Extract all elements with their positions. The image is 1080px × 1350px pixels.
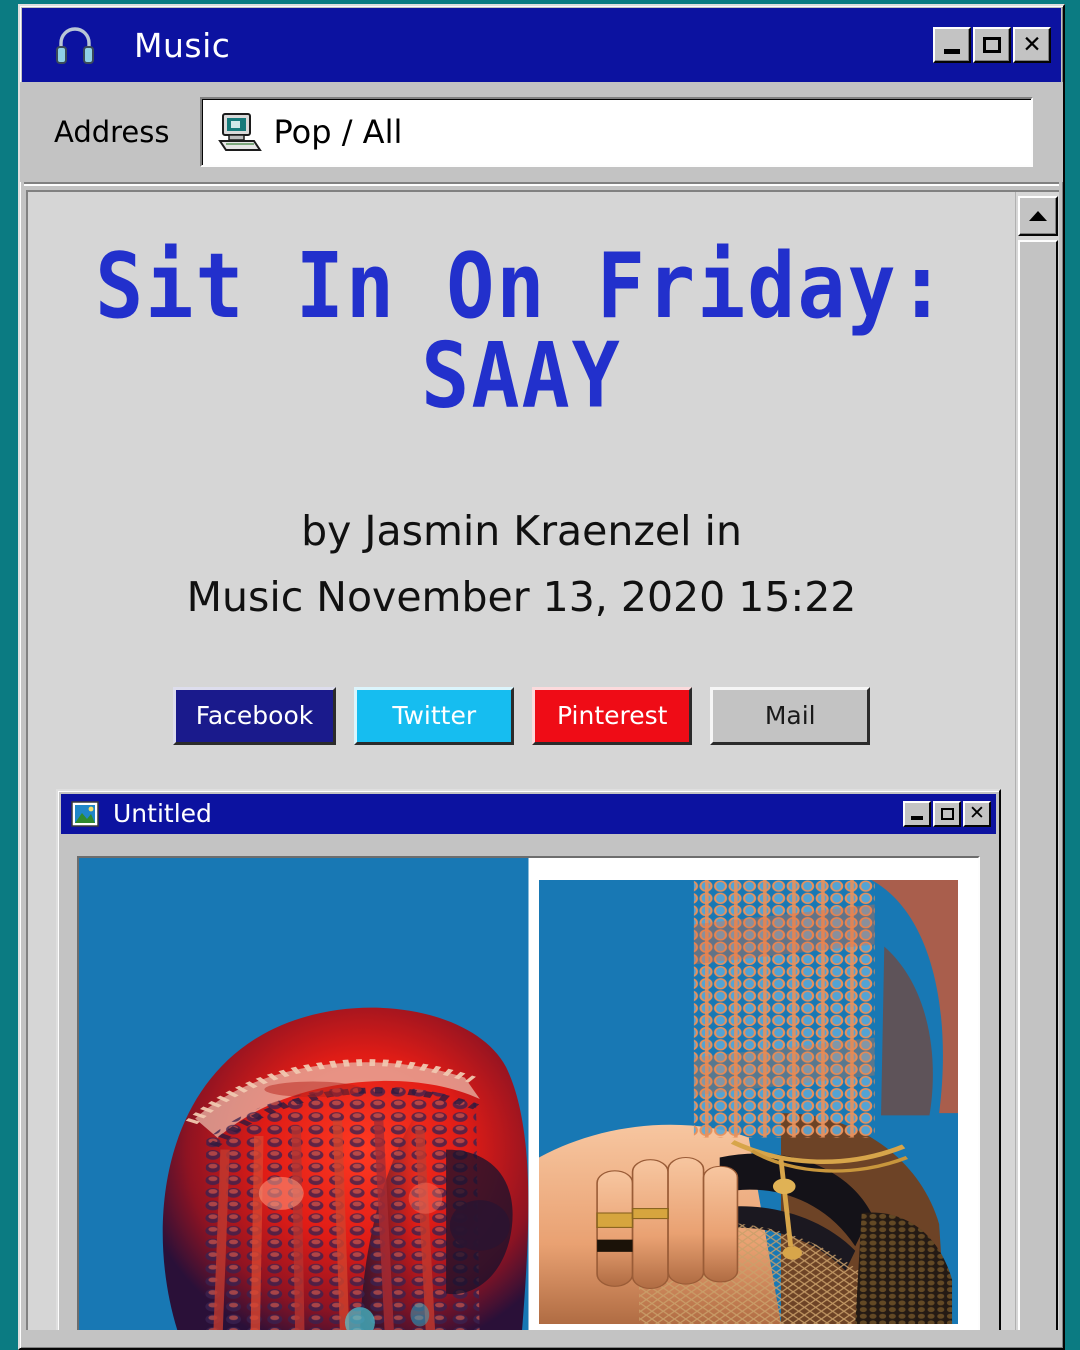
minimize-icon <box>944 49 960 54</box>
music-window: Music ✕ Address Pop / All Sit In On Frid… <box>18 4 1065 1350</box>
picture-icon <box>71 801 99 827</box>
close-icon: ✕ <box>1022 31 1042 58</box>
minimize-icon <box>911 816 923 821</box>
photo-right <box>528 857 978 1330</box>
byline-author: by Jasmin Kraenzel in <box>301 507 742 555</box>
image-minimize-button[interactable] <box>903 800 931 827</box>
window-controls: ✕ <box>933 27 1051 63</box>
article-content: Sit In On Friday: SAAY by Jasmin Kraenze… <box>28 192 1015 1330</box>
toolbar-separator <box>24 182 1059 186</box>
image-canvas[interactable] <box>77 855 980 1330</box>
share-buttons: Facebook Twitter Pinterest Mail <box>28 686 1015 745</box>
share-mail-button[interactable]: Mail <box>710 686 871 745</box>
scroll-up-button[interactable] <box>1017 196 1058 236</box>
content-pane: Sit In On Friday: SAAY by Jasmin Kraenze… <box>26 190 1059 1330</box>
scrollbar-track[interactable] <box>1017 240 1058 1330</box>
share-twitter-button[interactable]: Twitter <box>354 686 515 745</box>
close-button[interactable]: ✕ <box>1013 27 1051 63</box>
headphones-icon <box>52 22 98 68</box>
image-close-button[interactable]: ✕ <box>963 800 991 827</box>
image-window-controls: ✕ <box>903 800 991 827</box>
image-viewer-window: Untitled ✕ <box>56 788 1001 1330</box>
image-window-body <box>61 833 996 1330</box>
page-title: Sit In On Friday: SAAY <box>95 234 948 428</box>
vertical-scrollbar[interactable] <box>1015 192 1059 1330</box>
minimize-button[interactable] <box>933 27 971 63</box>
image-window-titlebar[interactable]: Untitled ✕ <box>61 793 996 834</box>
maximize-icon <box>983 37 1001 53</box>
address-toolbar: Address Pop / All <box>20 82 1063 182</box>
share-pinterest-button[interactable]: Pinterest <box>532 686 693 745</box>
address-input[interactable]: Pop / All <box>199 97 1033 167</box>
chevron-up-icon <box>1028 211 1047 221</box>
desktop-background: Music ✕ Address Pop / All Sit In On Frid… <box>0 0 1080 1350</box>
address-label: Address <box>54 115 170 149</box>
image-maximize-button[interactable] <box>933 800 961 827</box>
my-computer-icon <box>216 109 262 155</box>
photo-left <box>79 857 529 1330</box>
image-window-title: Untitled <box>113 799 212 829</box>
window-titlebar[interactable]: Music ✕ <box>22 8 1061 82</box>
byline: by Jasmin Kraenzel in Music November 13,… <box>28 498 1015 631</box>
maximize-button[interactable] <box>973 27 1011 63</box>
window-title: Music <box>134 25 231 65</box>
share-facebook-button[interactable]: Facebook <box>172 686 337 745</box>
byline-meta: Music November 13, 2020 15:22 <box>186 573 857 622</box>
maximize-icon <box>940 807 954 820</box>
close-icon: ✕ <box>969 802 985 825</box>
address-value: Pop / All <box>273 113 403 151</box>
